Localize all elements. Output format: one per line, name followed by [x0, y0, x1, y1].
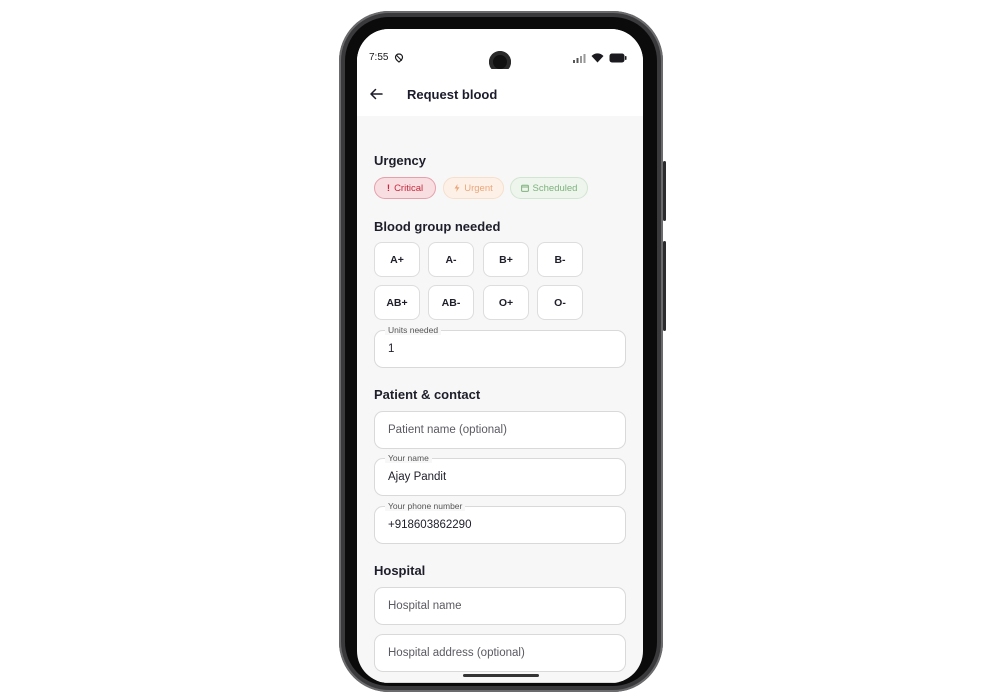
wifi-icon — [591, 53, 604, 63]
blood-group-title: Blood group needed — [374, 219, 501, 234]
phone-number-field[interactable]: Your phone number +918603862290 — [374, 501, 626, 544]
blood-group-o-negative[interactable]: O- — [537, 285, 583, 320]
battery-icon — [609, 53, 627, 63]
phone-number-label: Your phone number — [385, 501, 466, 511]
page-title: Request blood — [407, 87, 498, 102]
chip-label: Urgent — [464, 182, 493, 194]
back-arrow-icon[interactable] — [369, 87, 383, 101]
chip-label: Scheduled — [532, 182, 578, 194]
status-time: 7:55 — [369, 52, 389, 63]
patient-contact-title: Patient & contact — [374, 387, 481, 402]
your-name-value: Ajay Pandit — [388, 471, 447, 483]
units-needed-field[interactable]: Units needed 1 — [374, 325, 626, 368]
hospital-title: Hospital — [374, 563, 426, 578]
urgency-chip-scheduled[interactable]: Scheduled — [510, 177, 588, 199]
patient-name-placeholder: Patient name (optional) — [388, 424, 507, 436]
urgency-title: Urgency — [374, 153, 427, 168]
hospital-name-field[interactable]: Hospital name — [374, 587, 626, 625]
blood-group-o-positive[interactable]: O+ — [483, 285, 529, 320]
status-bar: 7:55 — [357, 29, 643, 73]
units-needed-label: Units needed — [385, 325, 442, 335]
blood-group-ab-positive[interactable]: AB+ — [374, 285, 420, 320]
urgency-chip-critical[interactable]: ! Critical — [374, 177, 436, 199]
blood-group-ab-negative[interactable]: AB- — [428, 285, 474, 320]
chip-label: Critical — [394, 182, 424, 194]
location-icon — [394, 53, 404, 63]
your-name-label: Your name — [385, 453, 432, 463]
power-button — [663, 161, 666, 221]
urgency-chip-urgent[interactable]: Urgent — [443, 177, 504, 199]
signal-icon — [573, 54, 586, 63]
blood-group-b-positive[interactable]: B+ — [483, 242, 529, 277]
units-needed-value: 1 — [388, 343, 395, 355]
patient-name-field[interactable]: Patient name (optional) — [374, 411, 626, 449]
hospital-address-field[interactable]: Hospital address (optional) — [374, 634, 626, 672]
bolt-icon — [454, 184, 460, 192]
hospital-name-placeholder: Hospital name — [388, 600, 462, 612]
blood-group-a-negative[interactable]: A- — [428, 242, 474, 277]
phone-number-value: +918603862290 — [388, 519, 472, 531]
blood-group-b-negative[interactable]: B- — [537, 242, 583, 277]
home-indicator[interactable] — [463, 674, 539, 677]
blood-group-a-positive[interactable]: A+ — [374, 242, 420, 277]
calendar-icon — [520, 184, 529, 192]
app-bar: Request blood — [357, 69, 643, 116]
next-field[interactable] — [374, 682, 626, 683]
hospital-address-placeholder: Hospital address (optional) — [388, 647, 525, 659]
volume-button — [663, 241, 666, 331]
system-icons — [573, 53, 627, 63]
phone-frame: 7:55 Request blood Urgency ! Critical Ur… — [339, 11, 666, 692]
phone-screen: 7:55 Request blood Urgency ! Critical Ur… — [357, 29, 643, 683]
exclamation-icon: ! — [386, 182, 391, 194]
your-name-field[interactable]: Your name Ajay Pandit — [374, 453, 626, 496]
